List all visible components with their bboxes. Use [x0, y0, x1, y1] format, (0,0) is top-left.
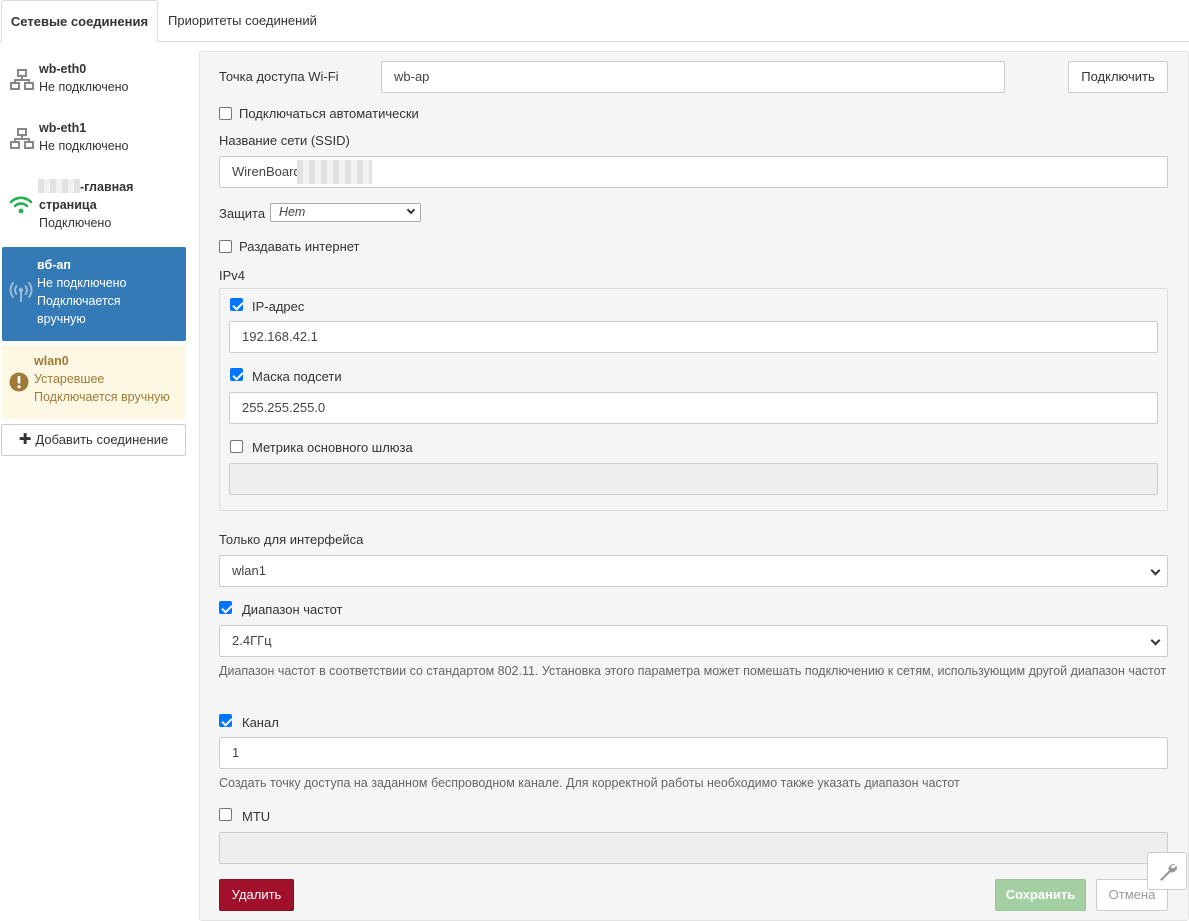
connection-status: Подключено — [39, 216, 112, 230]
sidebar-item-wb-eth1[interactable]: wb-eth1 Не подключено — [2, 117, 186, 171]
sidebar-item-wb-eth0[interactable]: wb-eth0 Не подключено — [2, 58, 186, 112]
connection-name-line2: страница — [39, 198, 97, 212]
tools-button[interactable] — [1147, 852, 1187, 890]
channel-help-text: Создать точку доступа на заданном беспро… — [219, 776, 960, 790]
subnet-mask-input[interactable]: 255.255.255.0 — [229, 392, 1158, 424]
security-label: Защита — [219, 206, 266, 221]
tab-connection-priorities[interactable]: Приоритеты соединений — [158, 0, 327, 42]
connection-name: wb-eth0 — [39, 62, 87, 76]
access-point-icon — [8, 279, 34, 308]
share-internet-label: Раздавать интернет — [239, 239, 360, 254]
ssid-value: WirenBoard — [232, 164, 301, 179]
auto-connect-label: Подключаться автоматически — [239, 106, 419, 121]
share-internet-checkbox[interactable] — [219, 240, 232, 253]
ip-address-label: IP-адрес — [252, 299, 305, 314]
add-connection-button[interactable]: ✚ Добавить соединение — [1, 424, 186, 456]
gateway-metric-label: Метрика основного шлюза — [252, 440, 413, 455]
connection-status-line2: Подключается вручную — [34, 390, 170, 404]
sidebar-item-wlan0[interactable]: wlan0 Устаревшее Подключается вручную — [2, 345, 186, 419]
connection-status-line3: вручную — [37, 312, 86, 326]
sidebar-item-main-page[interactable]: -главная страница Подключено — [2, 176, 186, 240]
gateway-metric-input[interactable] — [229, 463, 1158, 495]
connection-status: Не подключено — [39, 139, 129, 153]
band-value: 2.4ГГц — [232, 633, 272, 648]
channel-input[interactable]: 1 — [219, 737, 1168, 769]
mtu-input[interactable] — [219, 832, 1168, 864]
ipv4-label: IPv4 — [219, 268, 246, 283]
warning-icon — [8, 371, 30, 398]
mtu-checkbox[interactable] — [219, 808, 232, 821]
gateway-metric-checkbox[interactable] — [230, 440, 243, 453]
ethernet-icon — [10, 68, 34, 97]
band-select[interactable]: 2.4ГГц — [219, 625, 1168, 657]
subnet-mask-label: Маска подсети — [252, 369, 342, 384]
band-label: Диапазон частот — [242, 602, 343, 617]
connection-status: Не подключено — [39, 80, 129, 94]
connection-name: wlan0 — [34, 354, 69, 368]
interface-select[interactable]: wlan1 — [219, 555, 1168, 587]
interface-label: Только для интерфейса — [219, 532, 364, 547]
wifi-icon — [9, 194, 33, 221]
chevron-down-icon — [1150, 565, 1161, 576]
interface-value: wlan1 — [232, 563, 266, 578]
auto-connect-checkbox[interactable] — [219, 107, 232, 120]
ip-address-checkbox[interactable] — [230, 298, 243, 311]
band-help-text: Диапазон частот в соответствии со станда… — [219, 664, 1167, 678]
security-select[interactable]: Нет — [270, 203, 421, 222]
subnet-mask-checkbox[interactable] — [230, 368, 243, 381]
connection-status-line2: Подключается — [37, 294, 121, 308]
channel-checkbox[interactable] — [219, 714, 232, 727]
plus-icon: ✚ — [18, 431, 32, 448]
delete-button[interactable]: Удалить — [219, 879, 294, 911]
connection-status: Не подключено — [37, 276, 127, 290]
band-checkbox[interactable] — [219, 601, 232, 614]
connection-name: wb-eth1 — [39, 121, 87, 135]
tab-network-connections[interactable]: Сетевые соединения — [1, 0, 158, 43]
sidebar-item-wb-ap[interactable]: вб-ап Не подключено Подключается вручную — [2, 247, 186, 341]
tab-bar: Сетевые соединения Приоритеты соединений — [0, 0, 1189, 43]
ethernet-icon — [10, 127, 34, 156]
add-connection-label: Добавить соединение — [35, 432, 169, 447]
chevron-down-icon — [1150, 635, 1161, 646]
connection-name: вб-ап — [37, 258, 71, 272]
channel-label: Канал — [242, 715, 279, 730]
redacted-ssid-block — [297, 160, 372, 184]
connection-status: Устаревшее — [34, 372, 105, 386]
mtu-label: MTU — [242, 809, 271, 824]
ip-address-input[interactable]: 192.168.42.1 — [229, 321, 1158, 353]
save-button[interactable]: Сохранить — [995, 879, 1086, 911]
chevron-down-icon — [406, 205, 416, 215]
wrench-icon — [1157, 861, 1179, 886]
ap-label: Точка доступа Wi-Fi — [219, 69, 339, 84]
connection-name: -главная — [80, 180, 134, 194]
security-value: Нет — [279, 205, 306, 219]
connect-button[interactable]: Подключить — [1068, 61, 1168, 93]
ap-input[interactable]: wb-ap — [381, 61, 1005, 93]
ssid-label: Название сети (SSID) — [219, 133, 350, 148]
